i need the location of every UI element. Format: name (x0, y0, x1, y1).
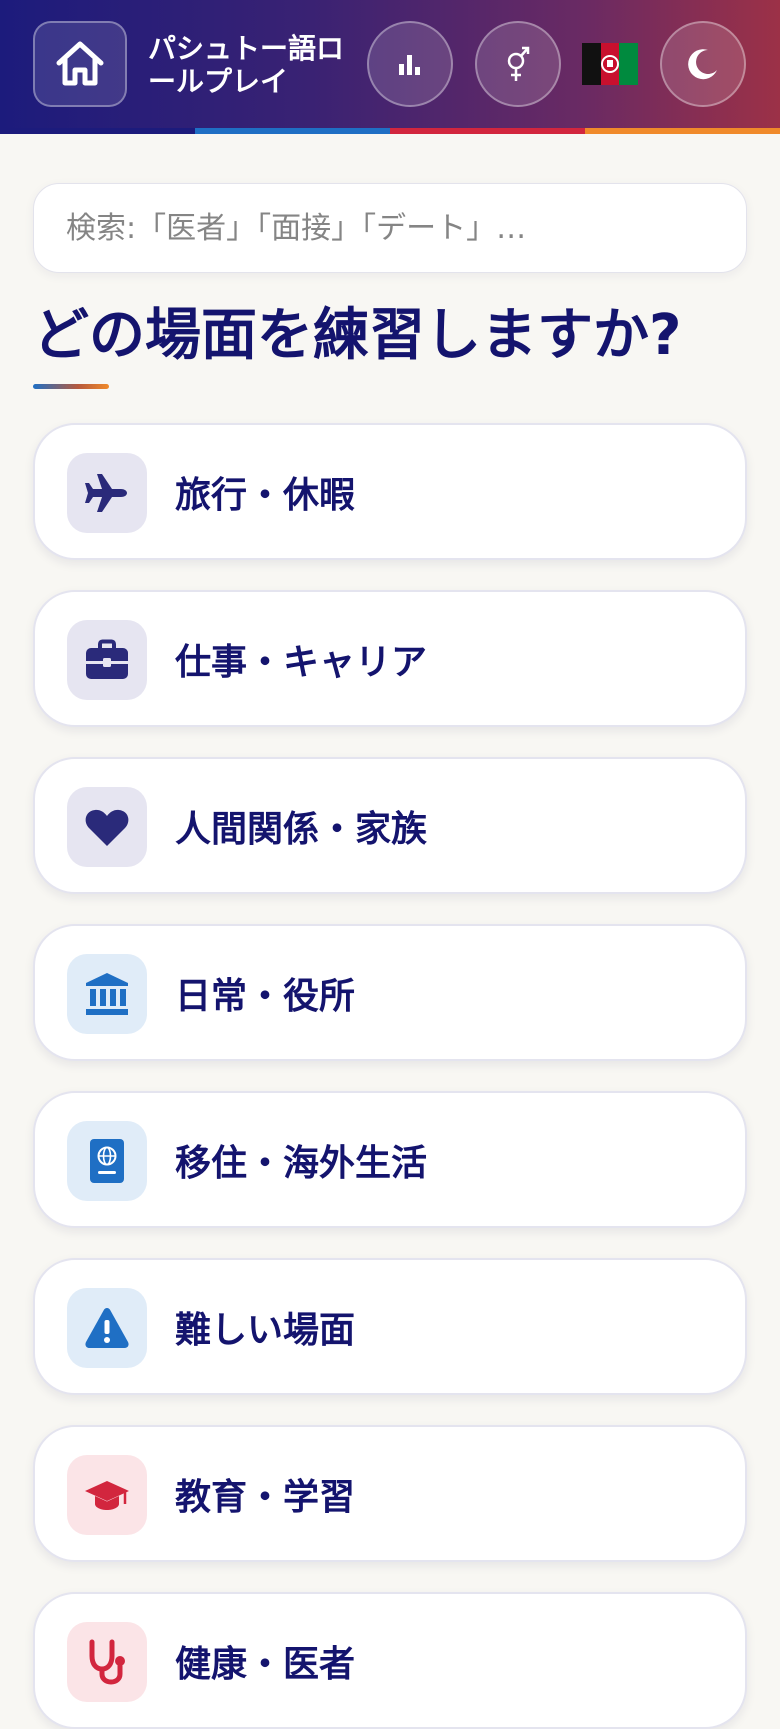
stethoscope-icon (89, 1639, 125, 1685)
category-label: 仕事・キャリア (175, 641, 428, 683)
language-flag-button[interactable] (582, 42, 638, 86)
category-label: 日常・役所 (175, 975, 356, 1017)
stripe-segment (390, 128, 585, 134)
category-icon-tile (67, 453, 147, 533)
theme-toggle-button[interactable] (660, 21, 746, 107)
briefcase-icon (86, 639, 128, 679)
heart-icon (85, 809, 129, 846)
category-icon-tile (67, 1455, 147, 1535)
afghanistan-flag-icon (582, 43, 638, 85)
category-card-daily-life[interactable]: 日常・役所 (33, 924, 747, 1061)
category-icon-tile (67, 1622, 147, 1702)
voice-gender-button[interactable] (475, 21, 561, 107)
stripe-segment (0, 128, 195, 134)
category-label: 教育・学習 (175, 1476, 356, 1518)
moon-icon (688, 49, 717, 80)
gender-symbol-icon (507, 46, 530, 81)
category-label: 難しい場面 (175, 1309, 356, 1351)
home-icon (56, 41, 104, 86)
category-icon-tile (67, 954, 147, 1034)
warning-icon (85, 1308, 129, 1348)
stripe-segment (195, 128, 390, 134)
search-input[interactable] (33, 183, 747, 273)
category-card-relocation[interactable]: 移住・海外生活 (33, 1091, 747, 1228)
category-label: 旅行・休暇 (175, 474, 356, 516)
stripe-segment (585, 128, 780, 134)
app-title: パシュトー語ロ ールプレイ (148, 32, 348, 98)
header-accent-stripe (0, 128, 780, 134)
bank-building-icon (86, 973, 128, 1015)
stats-button[interactable] (367, 21, 453, 107)
home-button[interactable] (33, 21, 127, 107)
category-card-education[interactable]: 教育・学習 (33, 1425, 747, 1562)
bar-chart-icon (399, 55, 420, 75)
category-icon-tile (67, 620, 147, 700)
passport-icon (90, 1139, 124, 1183)
category-label: 移住・海外生活 (175, 1142, 428, 1184)
category-icon-tile (67, 787, 147, 867)
category-card-difficult-situations[interactable]: 難しい場面 (33, 1258, 747, 1395)
category-label: 健康・医者 (175, 1643, 356, 1685)
title-underline (33, 384, 109, 389)
page-title: どの場面を練習しますか? (33, 303, 682, 368)
category-card-work[interactable]: 仕事・キャリア (33, 590, 747, 727)
app-title-line-2: ールプレイ (148, 65, 289, 98)
category-card-travel[interactable]: 旅行・休暇 (33, 423, 747, 560)
category-icon-tile (67, 1288, 147, 1368)
category-card-relationships[interactable]: 人間関係・家族 (33, 757, 747, 894)
app-title-line-1: パシュトー語ロ (148, 32, 345, 65)
graduation-cap-icon (85, 1481, 129, 1510)
category-label: 人間関係・家族 (175, 808, 428, 850)
category-card-health[interactable]: 健康・医者 (33, 1592, 747, 1729)
category-icon-tile (67, 1121, 147, 1201)
airplane-icon (85, 474, 127, 512)
